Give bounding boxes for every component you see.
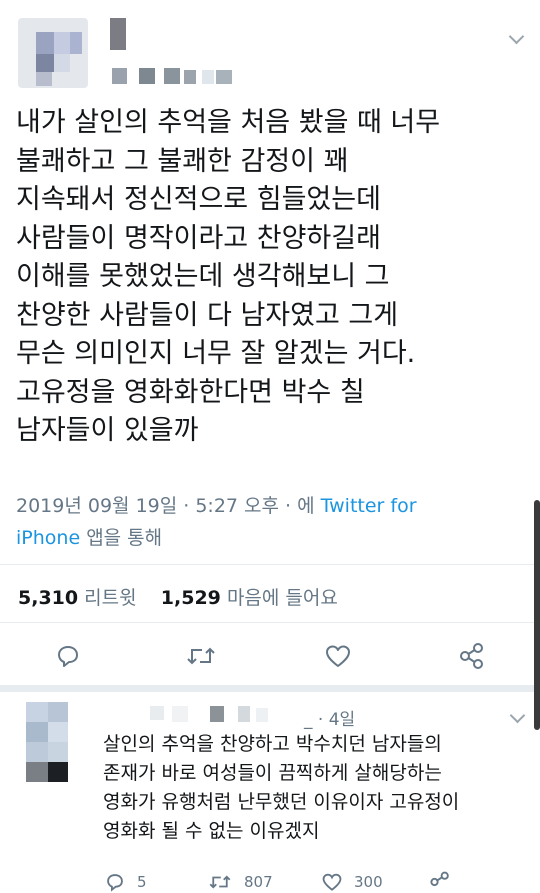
source-link-device[interactable]: iPhone [16, 527, 80, 549]
chevron-down-icon[interactable] [509, 707, 526, 724]
reply-line: 영화화 될 수 없는 이유겠지 [103, 820, 320, 842]
tweet-text: 내가 살인의 추억을 처음 봤을 때 너무 불쾌하고 그 불쾌한 감정이 꽤 지… [16, 104, 516, 451]
reply-time[interactable]: · 4일 [318, 710, 355, 730]
handle-redacted[interactable] [112, 68, 237, 84]
source-link[interactable]: Twitter for [321, 495, 417, 517]
reply-reply-count: 5 [137, 873, 147, 891]
tweet-line: 사람들이 명작이라고 찬양하길래 [16, 222, 381, 254]
reply-handle-suffix: _ [304, 710, 313, 730]
share-icon[interactable] [428, 871, 452, 893]
display-name-redacted[interactable] [110, 18, 126, 50]
tweet-line: 불쾌하고 그 불쾌한 감정이 꽤 [16, 145, 349, 177]
tweet-metadata: 2019년 09월 19일 · 5:27 오후 · 에 Twitter for … [16, 490, 526, 554]
reply-meta: _ · 4일 [304, 705, 355, 730]
retweet-icon[interactable] [185, 643, 217, 669]
reply-icon[interactable] [55, 643, 81, 669]
tweet-line: 찬양한 사람들이 다 남자였고 그게 [16, 299, 399, 331]
scrollbar[interactable] [534, 500, 540, 730]
divider [0, 622, 540, 623]
like-count[interactable]: 1,529 [161, 587, 221, 609]
reply-line: 살인의 추억을 찬양하고 박수치던 남자들의 [103, 733, 442, 755]
reply-line: 영화가 유행처럼 난무했던 이유이자 고유정이 [103, 791, 460, 813]
timestamp[interactable]: 2019년 09월 19일 · 5:27 오후 · 에 [16, 495, 315, 517]
tweet-line: 무슨 의미인지 너무 잘 알겠는 거다. [16, 338, 416, 369]
chevron-down-icon[interactable] [508, 28, 525, 45]
divider [0, 564, 540, 565]
tweet-line: 고유정을 영화화한다면 박수 칠 [16, 376, 365, 408]
reply-name-redacted[interactable] [150, 706, 300, 722]
tweet-line: 남자들이 있을까 [16, 415, 199, 446]
heart-icon[interactable] [324, 643, 352, 669]
tweet-line: 지속돼서 정신적으로 힘들었는데 [16, 184, 381, 215]
reply-line: 존재가 바로 여성들이 끔찍하게 살해당하는 [103, 762, 442, 784]
reply-icon[interactable] [105, 872, 125, 892]
share-icon[interactable] [457, 642, 487, 670]
reply-avatar[interactable] [26, 702, 72, 782]
source-suffix: 앱을 통해 [86, 527, 163, 549]
tweet-line: 이해를 못했었는데 생각해보니 그 [16, 261, 390, 292]
retweet-count[interactable]: 5,310 [18, 587, 78, 609]
heart-icon[interactable] [321, 872, 343, 892]
retweet-label[interactable]: 리트윗 [84, 587, 136, 609]
section-divider [0, 685, 540, 692]
reply-like-count: 300 [354, 873, 383, 891]
like-label[interactable]: 마음에 들어요 [227, 587, 338, 609]
reply-retweet-count: 807 [244, 873, 273, 891]
reply-action-bar: 5 807 300 [0, 866, 540, 892]
tweet-stats: 5,310 리트윗 1,529 마음에 들어요 [18, 583, 338, 610]
reply-text: 살인의 추억을 찬양하고 박수치던 남자들의 존재가 바로 여성들이 끔찍하게 … [103, 730, 459, 846]
retweet-icon[interactable] [208, 872, 232, 892]
tweet-line: 내가 살인의 추억을 처음 봤을 때 너무 [16, 107, 441, 138]
tweet-action-bar [0, 638, 540, 674]
avatar[interactable] [18, 18, 88, 88]
